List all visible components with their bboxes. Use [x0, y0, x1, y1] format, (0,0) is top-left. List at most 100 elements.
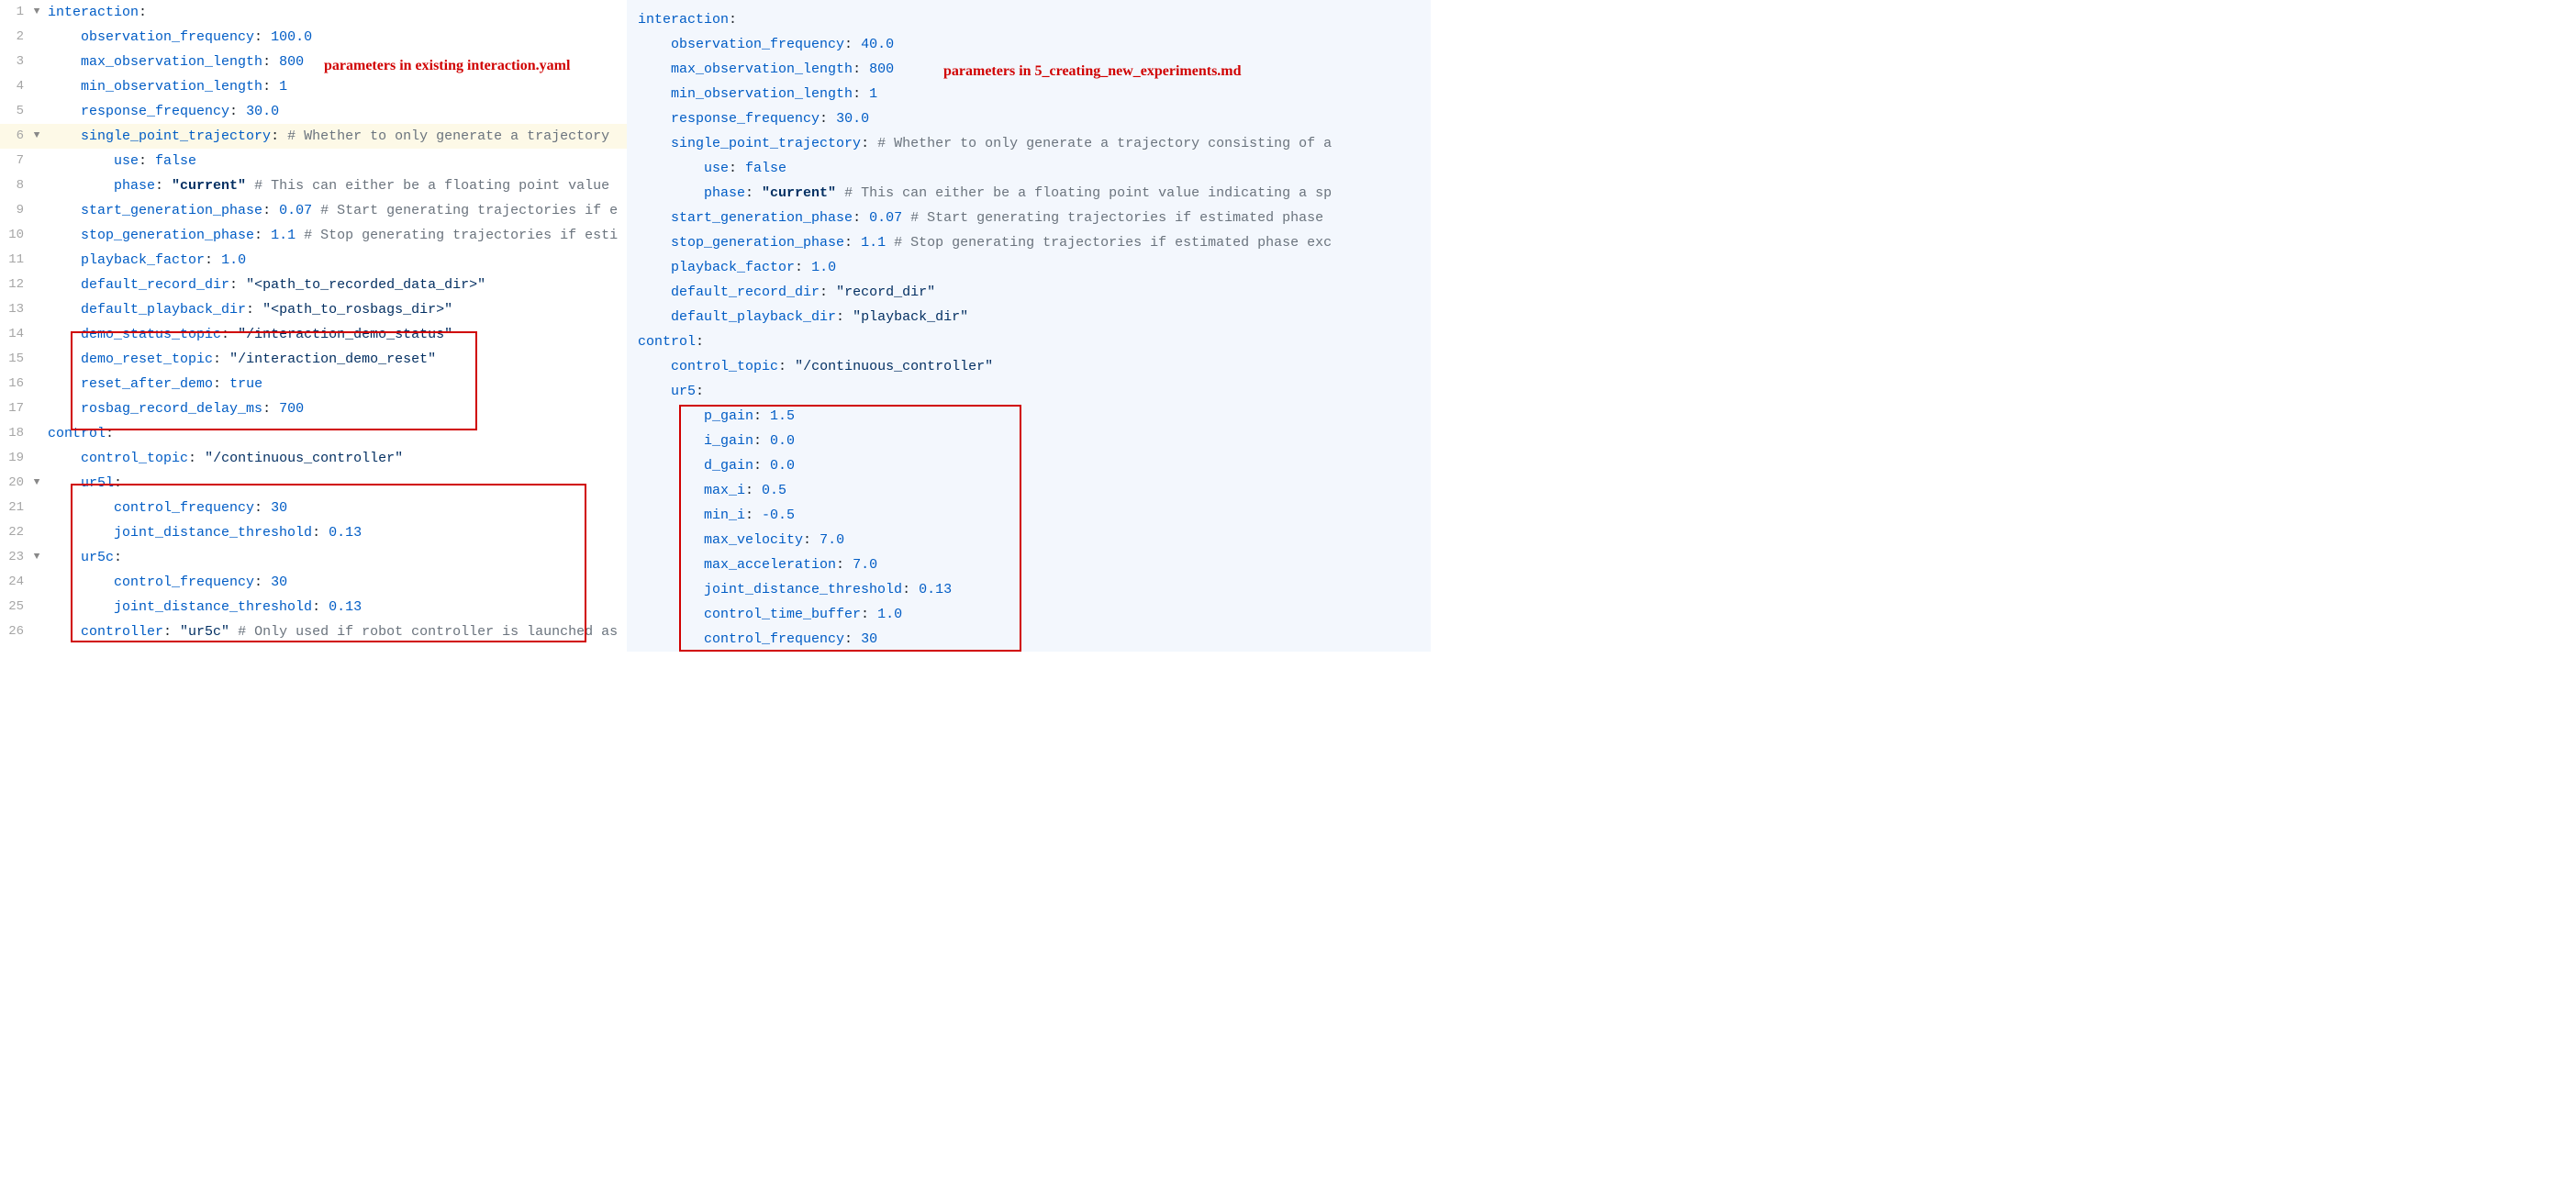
code-line: min_observation_length: 1	[627, 82, 1431, 106]
code-content: min_observation_length: 1	[627, 82, 877, 106]
code-content: default_playback_dir: "<path_to_rosbags_…	[44, 297, 452, 322]
yaml-key: i_gain	[704, 433, 753, 449]
yaml-value: "/interaction_demo_status"	[238, 327, 452, 342]
code-content: max_observation_length: 800	[627, 57, 894, 82]
yaml-key: max_acceleration	[704, 557, 836, 573]
yaml-key: control_time_buffer	[704, 607, 861, 622]
code-content: stop_generation_phase: 1.1 # Stop genera…	[627, 230, 1332, 255]
code-line: 9 start_generation_phase: 0.07 # Start g…	[0, 198, 627, 223]
yaml-value: "/continuous_controller"	[205, 451, 403, 466]
yaml-key: max_velocity	[704, 532, 803, 548]
yaml-value: "ur5c"	[180, 624, 229, 640]
yaml-value: 0.13	[329, 599, 362, 615]
yaml-comment: # Start generating trajectories if estim…	[902, 210, 1323, 226]
line-number: 12	[0, 273, 29, 297]
code-line: min_i: -0.5	[627, 503, 1431, 528]
code-content: interaction:	[627, 7, 737, 32]
code-content: control_topic: "/continuous_controller"	[44, 446, 403, 471]
code-line: p_gain: 1.5	[627, 404, 1431, 429]
code-content: stop_generation_phase: 1.1 # Stop genera…	[44, 223, 618, 248]
code-content: use: false	[627, 156, 786, 181]
fold-toggle[interactable]: ▼	[29, 0, 44, 25]
yaml-value: 800	[279, 54, 304, 70]
yaml-value: 30.0	[246, 104, 279, 119]
code-line: 16 reset_after_demo: true	[0, 372, 627, 396]
yaml-key: interaction	[48, 5, 139, 20]
code-content: playback_factor: 1.0	[44, 248, 246, 273]
yaml-value: 30	[271, 575, 287, 590]
yaml-value: "/interaction_demo_reset"	[229, 352, 436, 367]
yaml-value: 700	[279, 401, 304, 417]
yaml-value: -0.5	[762, 508, 795, 523]
yaml-value: false	[745, 161, 786, 176]
code-content: phase: "current" # This can either be a …	[627, 181, 1332, 206]
code-content: joint_distance_threshold: 0.13	[627, 577, 952, 602]
yaml-value: 7.0	[820, 532, 844, 548]
code-content: joint_distance_threshold: 0.13	[44, 520, 362, 545]
code-line: max_i: 0.5	[627, 478, 1431, 503]
yaml-value: 0.13	[329, 525, 362, 541]
code-content: playback_factor: 1.0	[627, 255, 836, 280]
line-number: 23	[0, 545, 29, 570]
code-line: 12 default_record_dir: "<path_to_recorde…	[0, 273, 627, 297]
code-content: joint_distance_threshold: 0.13	[44, 595, 362, 619]
yaml-key: min_observation_length	[81, 79, 262, 95]
code-content: p_gain: 1.5	[627, 404, 795, 429]
yaml-key: min_observation_length	[671, 86, 853, 102]
yaml-key: demo_status_topic	[81, 327, 221, 342]
code-content: default_playback_dir: "playback_dir"	[627, 305, 968, 329]
yaml-key: start_generation_phase	[671, 210, 853, 226]
yaml-key: ur5l	[81, 475, 114, 491]
yaml-value: 30	[861, 631, 877, 647]
line-number: 2	[0, 25, 29, 50]
yaml-value: 1.1	[271, 228, 296, 243]
code-line: 15 demo_reset_topic: "/interaction_demo_…	[0, 347, 627, 372]
code-line: 4 min_observation_length: 1	[0, 74, 627, 99]
code-content: rosbag_record_delay_ms: 700	[44, 396, 304, 421]
yaml-value: 0.07	[279, 203, 312, 218]
line-number: 10	[0, 223, 29, 248]
code-content: single_point_trajectory: # Whether to on…	[44, 124, 609, 149]
code-line: default_record_dir: "record_dir"	[627, 280, 1431, 305]
fold-toggle[interactable]: ▼	[29, 124, 44, 149]
line-number: 14	[0, 322, 29, 347]
line-number: 11	[0, 248, 29, 273]
code-line: phase: "current" # This can either be a …	[627, 181, 1431, 206]
annotation-left: parameters in existing interaction.yaml	[324, 58, 570, 74]
right-pane: parameters in 5_creating_new_experiments…	[627, 0, 1431, 652]
code-content: min_observation_length: 1	[44, 74, 287, 99]
yaml-key: single_point_trajectory	[671, 136, 861, 151]
code-content: default_record_dir: "<path_to_recorded_d…	[44, 273, 485, 297]
yaml-key: default_playback_dir	[81, 302, 246, 318]
code-content: max_velocity: 7.0	[627, 528, 844, 552]
code-line: 5 response_frequency: 30.0	[0, 99, 627, 124]
fold-toggle[interactable]: ▼	[29, 471, 44, 496]
yaml-value: 0.07	[869, 210, 902, 226]
code-content: observation_frequency: 100.0	[44, 25, 312, 50]
code-content: observation_frequency: 40.0	[627, 32, 894, 57]
line-number: 21	[0, 496, 29, 520]
code-content: single_point_trajectory: # Whether to on…	[627, 131, 1332, 156]
yaml-value: "record_dir"	[836, 285, 935, 300]
yaml-value: false	[155, 153, 196, 169]
yaml-key: interaction	[638, 12, 729, 28]
code-content: max_i: 0.5	[627, 478, 786, 503]
yaml-key: observation_frequency	[81, 29, 254, 45]
code-line: 23▼ ur5c:	[0, 545, 627, 570]
code-line: max_acceleration: 7.0	[627, 552, 1431, 577]
yaml-comment: # Stop generating trajectories if estima…	[886, 235, 1332, 251]
yaml-value: true	[229, 376, 262, 392]
yaml-key: control_frequency	[114, 575, 254, 590]
yaml-value: "/continuous_controller"	[795, 359, 993, 374]
code-line: interaction:	[627, 7, 1431, 32]
yaml-value: 1.0	[811, 260, 836, 275]
yaml-comment: # Whether to only generate a trajectory …	[877, 136, 1332, 151]
code-line: start_generation_phase: 0.07 # Start gen…	[627, 206, 1431, 230]
annotation-right: parameters in 5_creating_new_experiments…	[943, 63, 1242, 80]
code-content: start_generation_phase: 0.07 # Start gen…	[44, 198, 618, 223]
code-content: use: false	[44, 149, 196, 173]
line-number: 17	[0, 396, 29, 421]
yaml-value: "playback_dir"	[853, 309, 968, 325]
code-line: d_gain: 0.0	[627, 453, 1431, 478]
fold-toggle[interactable]: ▼	[29, 545, 44, 570]
